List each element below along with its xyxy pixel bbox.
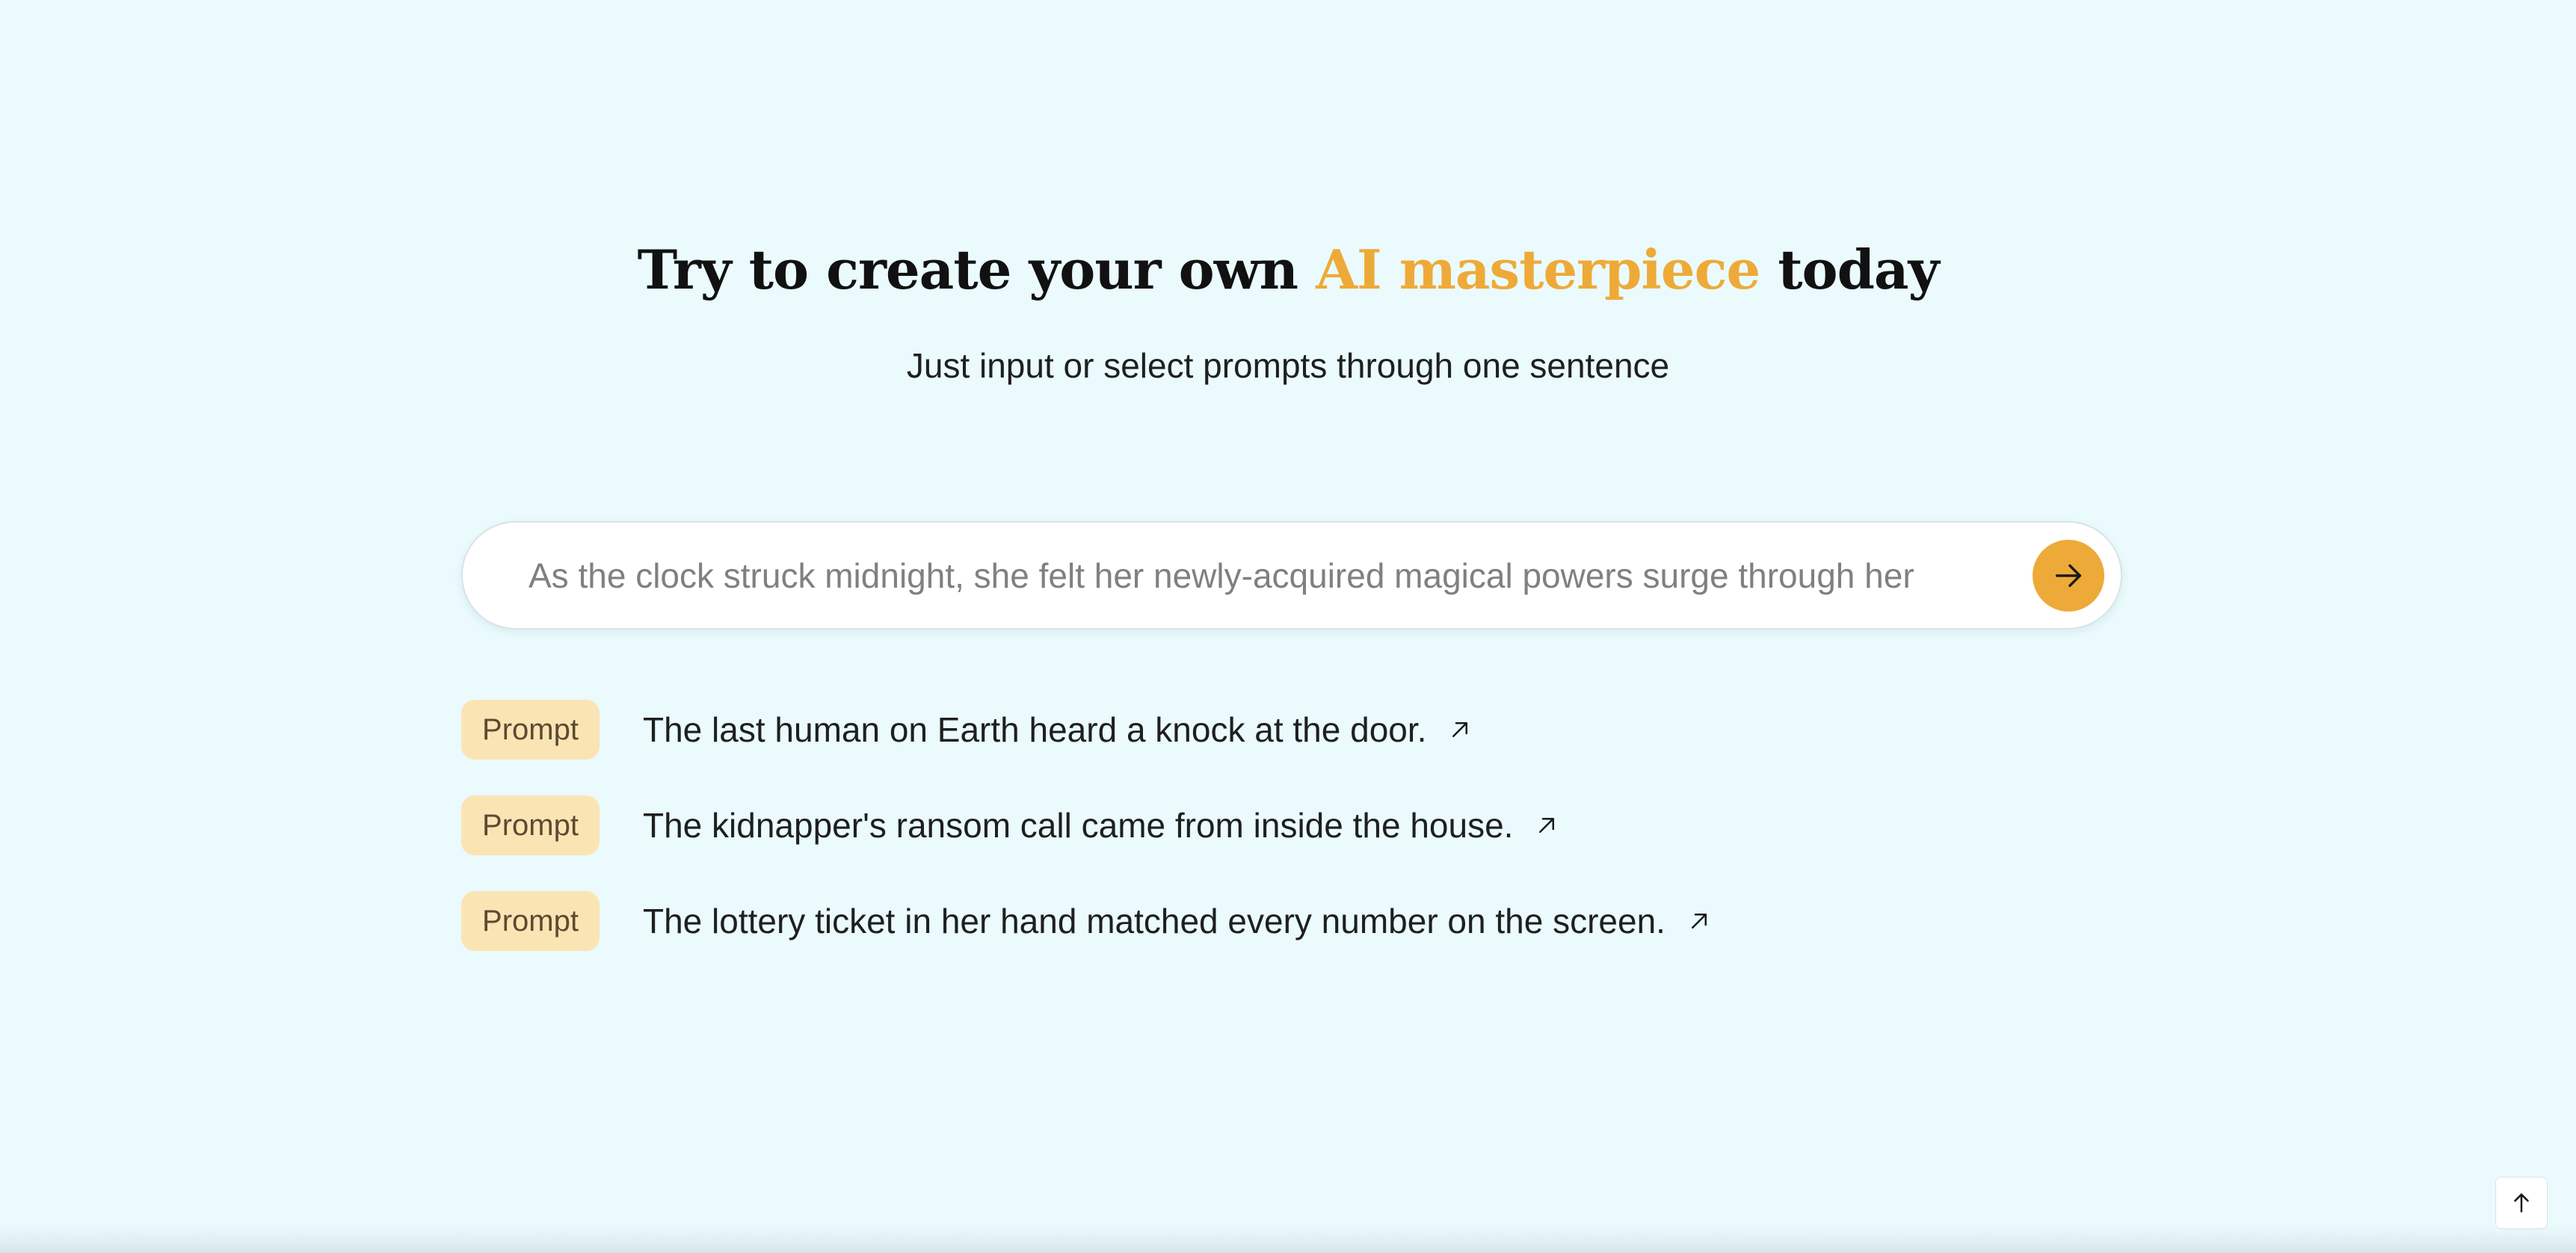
send-button[interactable] — [2033, 540, 2104, 612]
prompt-text[interactable]: The last human on Earth heard a knock at… — [643, 709, 1426, 750]
bottom-edge-shadow — [0, 1226, 2576, 1253]
title-prefix: Try to create your own — [637, 238, 1316, 301]
prompt-badge: Prompt — [461, 795, 600, 855]
prompt-suggestion-3[interactable]: Prompt The lottery ticket in her hand ma… — [461, 891, 2181, 951]
prompt-input[interactable] — [529, 523, 2009, 628]
prompt-search-box — [461, 521, 2122, 629]
prompt-suggestions: Prompt The last human on Earth heard a k… — [461, 700, 2181, 987]
page-subtitle: Just input or select prompts through one… — [906, 346, 1670, 385]
scroll-to-top-button[interactable] — [2495, 1177, 2548, 1229]
prompt-badge: Prompt — [461, 700, 600, 760]
prompt-text[interactable]: The lottery ticket in her hand matched e… — [643, 901, 1666, 941]
title-suffix: today — [1760, 238, 1939, 301]
prompt-suggestion-2[interactable]: Prompt The kidnapper's ransom call came … — [461, 795, 2181, 855]
prompt-suggestion-1[interactable]: Prompt The last human on Earth heard a k… — [461, 700, 2181, 760]
arrow-up-icon — [2514, 1193, 2529, 1213]
arrow-right-icon — [2055, 564, 2082, 588]
arrow-up-right-icon[interactable] — [1534, 813, 1559, 838]
title-accent: AI masterpiece — [1316, 238, 1760, 301]
page-title: Try to create your own AI masterpiece to… — [0, 238, 2576, 301]
prompt-text[interactable]: The kidnapper's ransom call came from in… — [643, 805, 1513, 846]
arrow-up-right-icon[interactable] — [1447, 717, 1473, 742]
arrow-up-right-icon[interactable] — [1686, 908, 1712, 934]
prompt-badge: Prompt — [461, 891, 600, 951]
